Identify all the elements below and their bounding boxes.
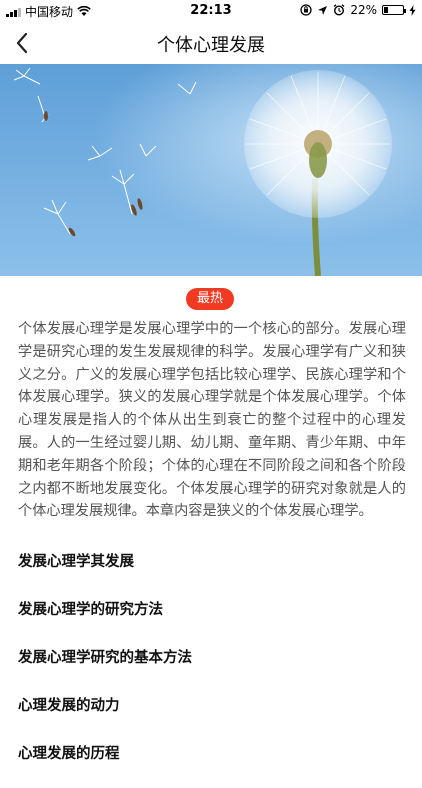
page-title: 个体心理发展 (157, 35, 265, 56)
chapter-list: 发展心理学其发展 发展心理学的研究方法 发展心理学研究的基本方法 心理发展的动力… (18, 548, 406, 788)
hot-badge: 最热 (186, 288, 234, 310)
intro-paragraph: 个体发展心理学是发展心理学中的一个核心的部分。发展心理学是研究心理的发生发展规律… (18, 321, 406, 520)
chapter-item[interactable]: 心理发展的历程 (18, 740, 406, 788)
alarm-icon (333, 4, 345, 16)
status-right: 22% (300, 3, 416, 17)
charging-icon (409, 4, 416, 16)
location-icon (318, 5, 328, 15)
battery-icon (382, 5, 406, 15)
nav-bar: 个体心理发展 (0, 22, 422, 64)
status-bar: 中国移动 22:13 22% (0, 0, 422, 22)
rotation-lock-icon (300, 4, 312, 16)
battery-fill (384, 7, 388, 13)
battery-percent: 22% (350, 3, 377, 17)
chapter-item[interactable]: 发展心理学研究的基本方法 (18, 644, 406, 692)
dandelion-image (0, 64, 422, 276)
chapter-item[interactable]: 发展心理学的研究方法 (18, 596, 406, 644)
chapter-item[interactable]: 发展心理学其发展 (18, 548, 406, 596)
hero-image (0, 64, 422, 276)
chapter-item[interactable]: 心理发展的动力 (18, 692, 406, 740)
